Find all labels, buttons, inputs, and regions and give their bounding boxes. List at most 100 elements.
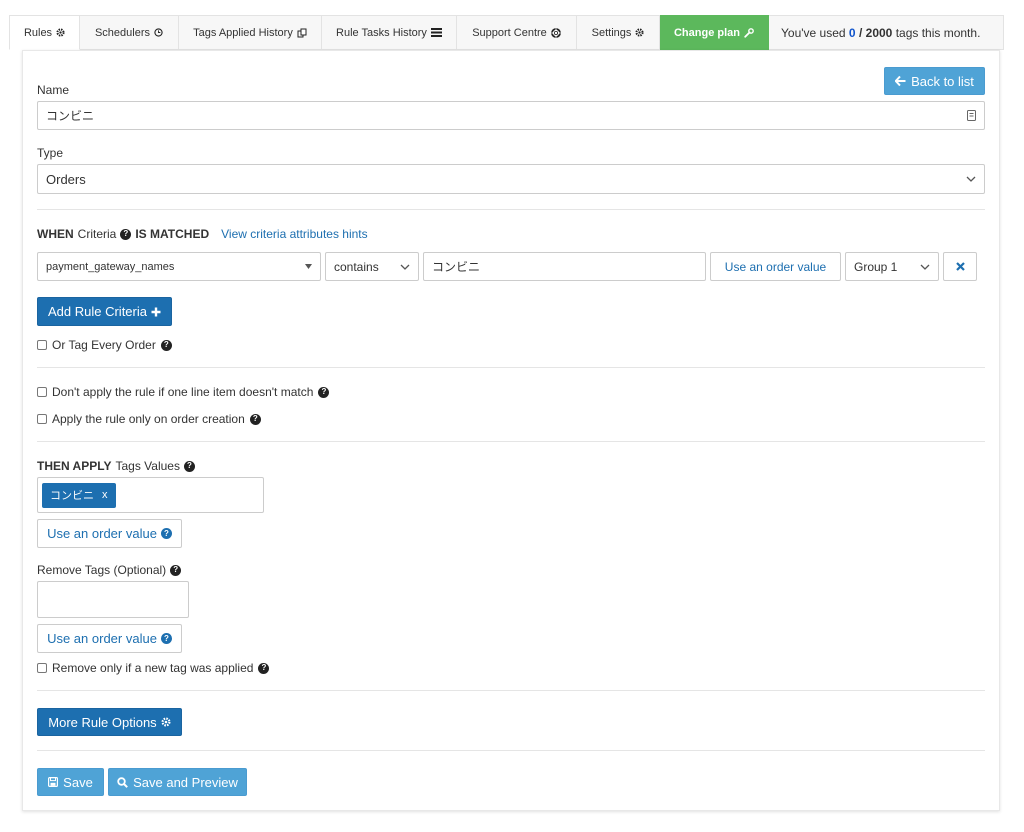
chevron-down-icon [400,264,410,270]
question-icon[interactable]: ? [318,386,330,398]
use-order-value-label: Use an order value [47,526,157,541]
gear-icon [161,717,171,727]
tab-label: Rule Tasks History [336,26,427,39]
back-to-list-button[interactable]: Back to list [884,67,985,95]
divider [37,367,985,368]
question-icon[interactable]: ? [160,339,172,351]
remove-tags-heading: Remove Tags (Optional) ? [37,563,182,577]
remove-only-if-new-option: Remove only if a new tag was applied ? [37,661,270,675]
divider [37,441,985,442]
arrow-left-icon [895,76,906,86]
criteria-word: Criteria [77,227,117,241]
apply-on-creation-label: Apply the rule only on order creation [52,412,245,426]
question-icon[interactable]: ? [183,460,195,472]
tab-label: Support Centre [472,26,547,39]
type-select[interactable]: Orders [37,164,985,194]
then-apply-heading: THEN APPLY Tags Values ? [37,459,195,473]
question-icon[interactable]: ? [160,528,172,539]
when-label: WHEN [37,227,74,241]
tab-label: Schedulers [94,26,151,39]
usage-used: 0 [848,25,856,40]
tab-tags-applied-history[interactable]: Tags Applied History [179,15,322,50]
criteria-operator-select[interactable]: contains [325,252,419,281]
criteria-use-order-value-button[interactable]: Use an order value [710,252,841,281]
tag-chip: コンビニ x [42,482,116,508]
use-order-value-label: Use an order value [724,259,827,274]
remove-tags-input[interactable] [37,581,189,618]
floppy-disk-icon [48,777,59,787]
chevron-down-icon [966,176,976,182]
remove-criteria-button[interactable] [943,252,977,281]
question-icon[interactable]: ? [258,662,270,674]
usage-limit: 2000 [865,25,893,40]
criteria-hints-link[interactable]: View criteria attributes hints [221,227,368,241]
plus-icon [151,307,161,316]
list-icon [430,28,442,37]
remove-tags-use-order-value-button[interactable]: Use an order value ? [37,624,182,653]
divider [37,209,985,210]
save-button[interactable]: Save [37,768,104,796]
add-rule-criteria-button[interactable]: Add Rule Criteria [37,297,172,326]
tab-label: Change plan [673,26,740,39]
criteria-operator-value: contains [334,259,379,274]
tab-change-plan[interactable]: Change plan [660,15,769,50]
criteria-value-input[interactable]: コンビニ [423,252,706,281]
dont-apply-line-item-option: Don't apply the rule if one line item do… [37,385,330,399]
remove-tags-label: Remove Tags (Optional) [37,563,167,577]
add-rule-criteria-label: Add Rule Criteria [48,304,147,319]
question-icon[interactable]: ? [160,633,172,644]
type-label: Type [37,146,64,160]
clock-icon [154,28,163,37]
tab-rules[interactable]: Rules [9,15,80,50]
is-matched-label: IS MATCHED [135,227,210,241]
dont-apply-line-item-label: Don't apply the rule if one line item do… [52,385,314,399]
then-apply-label: THEN APPLY [37,459,112,473]
question-icon[interactable]: ? [120,228,132,240]
lifebuoy-icon [550,27,561,38]
criteria-heading: WHEN Criteria ? IS MATCHED View criteria… [37,227,368,241]
criteria-group-value: Group 1 [854,259,898,274]
copy-icon [297,28,307,37]
criteria-value: コンビニ [432,260,481,274]
tag-chip-label: コンビニ [50,490,94,502]
apply-on-creation-option: Apply the rule only on order creation ? [37,412,261,426]
tags-values-label: Tags Values [115,459,180,473]
tab-settings[interactable]: Settings [577,15,660,50]
or-tag-every-order-label: Or Tag Every Order [52,338,156,352]
chevron-down-icon [920,264,930,270]
more-rule-options-button[interactable]: More Rule Options [37,708,182,736]
tags-input[interactable]: コンビニ x [37,477,264,513]
question-icon[interactable]: ? [249,413,261,425]
search-icon [117,776,129,788]
criteria-group-select[interactable]: Group 1 [845,252,939,281]
use-order-value-label: Use an order value [47,631,157,646]
remove-only-if-new-checkbox[interactable] [37,663,47,673]
name-label: Name [37,83,70,97]
tab-schedulers[interactable]: Schedulers [80,15,179,50]
apply-on-creation-checkbox[interactable] [37,414,47,424]
criteria-attribute-value: payment_gateway_names [46,260,175,273]
rule-form-panel: Back to list Name コンビニ Type Orders WHEN … [22,50,1000,811]
usage-suffix: tags this month. [895,25,981,40]
type-value: Orders [46,171,86,187]
caret-down-icon [305,264,312,269]
dont-apply-line-item-checkbox[interactable] [37,387,47,397]
or-tag-every-order-checkbox[interactable] [37,340,47,350]
tab-label: Settings [591,26,632,39]
criteria-attribute-select[interactable]: payment_gateway_names [37,252,321,281]
name-field[interactable]: コンビニ [37,101,985,130]
save-and-preview-label: Save and Preview [133,774,238,790]
question-icon[interactable]: ? [170,564,182,576]
wrench-icon [744,27,754,38]
tab-rule-tasks-history[interactable]: Rule Tasks History [322,15,457,50]
tags-use-order-value-button[interactable]: Use an order value ? [37,519,182,548]
or-tag-every-order-option: Or Tag Every Order ? [37,338,172,352]
more-rule-options-label: More Rule Options [48,714,157,730]
save-and-preview-button[interactable]: Save and Preview [108,768,247,796]
tab-label: Tags Applied History [193,26,293,39]
tab-bar: Rules Schedulers Tags Applied History Ru… [9,15,1004,50]
divider [37,750,985,751]
save-label: Save [63,774,93,790]
tab-support-centre[interactable]: Support Centre [457,15,577,50]
tag-chip-remove[interactable]: x [102,489,108,501]
